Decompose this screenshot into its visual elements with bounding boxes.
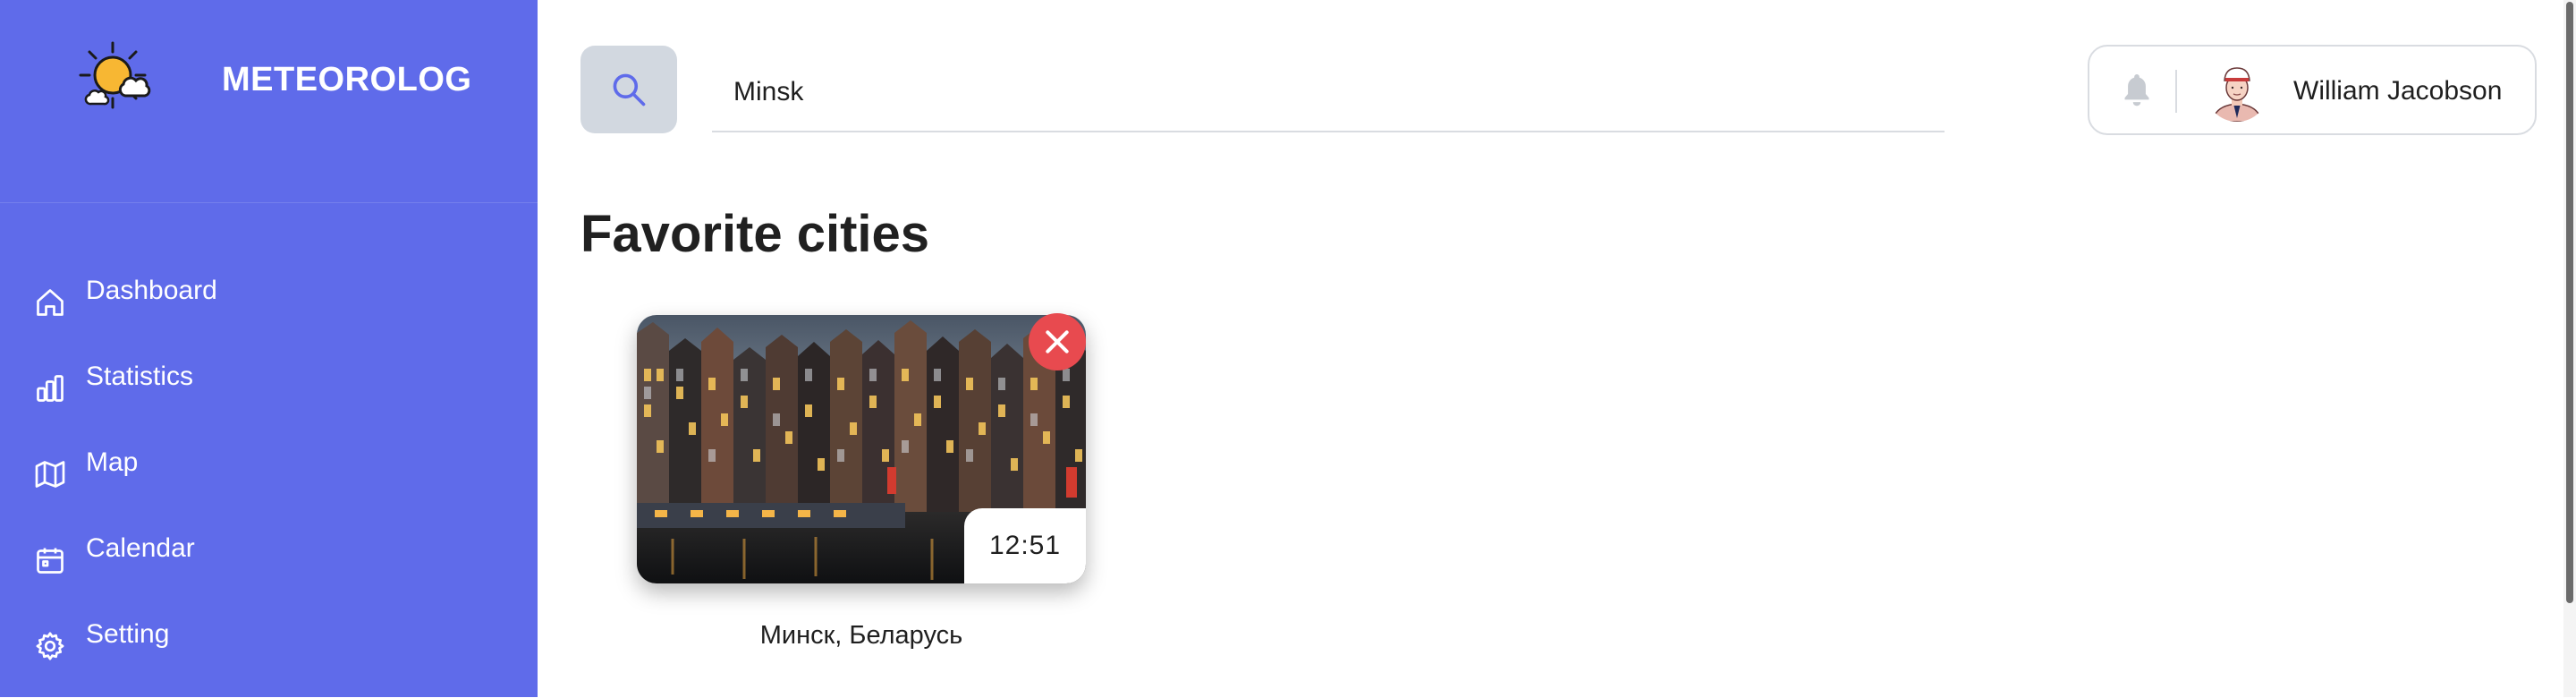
search-input[interactable] [712, 54, 1945, 132]
brand: METEOROLOG [0, 0, 538, 203]
sidebar-item-label: Statistics [86, 362, 194, 391]
home-icon [37, 289, 64, 316]
sidebar-item-label: Setting [86, 619, 170, 649]
user-name[interactable]: William Jacobson [2293, 76, 2502, 106]
avatar-image [2206, 59, 2268, 122]
sidebar-item-map[interactable]: Map [0, 440, 538, 526]
page-title: Favorite cities [580, 205, 930, 263]
bar-chart-icon [37, 375, 64, 402]
avatar[interactable] [2206, 59, 2268, 122]
divider [2175, 70, 2177, 113]
bell-icon[interactable] [2122, 72, 2152, 107]
city-name: Минск, Беларусь [759, 621, 963, 650]
remove-city-button[interactable] [1029, 313, 1086, 370]
sidebar-item-setting[interactable]: Setting [0, 612, 538, 698]
sun-cloud-icon [79, 41, 151, 109]
sidebar: METEOROLOG Dashboard Statistics Map Cale… [0, 0, 538, 697]
sidebar-item-label: Calendar [86, 533, 195, 563]
search-icon [613, 73, 646, 106]
calendar-icon [37, 548, 64, 574]
sidebar-nav: Dashboard Statistics Map Calendar Settin… [0, 268, 538, 698]
close-icon [1046, 330, 1069, 353]
sidebar-item-label: Dashboard [86, 276, 217, 305]
city-card[interactable]: 12:51 [637, 315, 1086, 583]
sidebar-item-label: Map [86, 447, 139, 477]
map-icon [35, 461, 65, 488]
local-time-badge: 12:51 [964, 508, 1086, 583]
gear-icon [36, 632, 64, 660]
sidebar-item-statistics[interactable]: Statistics [0, 354, 538, 440]
sidebar-item-calendar[interactable]: Calendar [0, 526, 538, 612]
scrollbar-thumb[interactable] [2566, 2, 2573, 603]
user-panel: William Jacobson [2088, 45, 2537, 135]
sidebar-item-dashboard[interactable]: Dashboard [0, 268, 538, 354]
brand-name: METEOROLOG [222, 61, 472, 98]
search-button[interactable] [580, 46, 677, 133]
